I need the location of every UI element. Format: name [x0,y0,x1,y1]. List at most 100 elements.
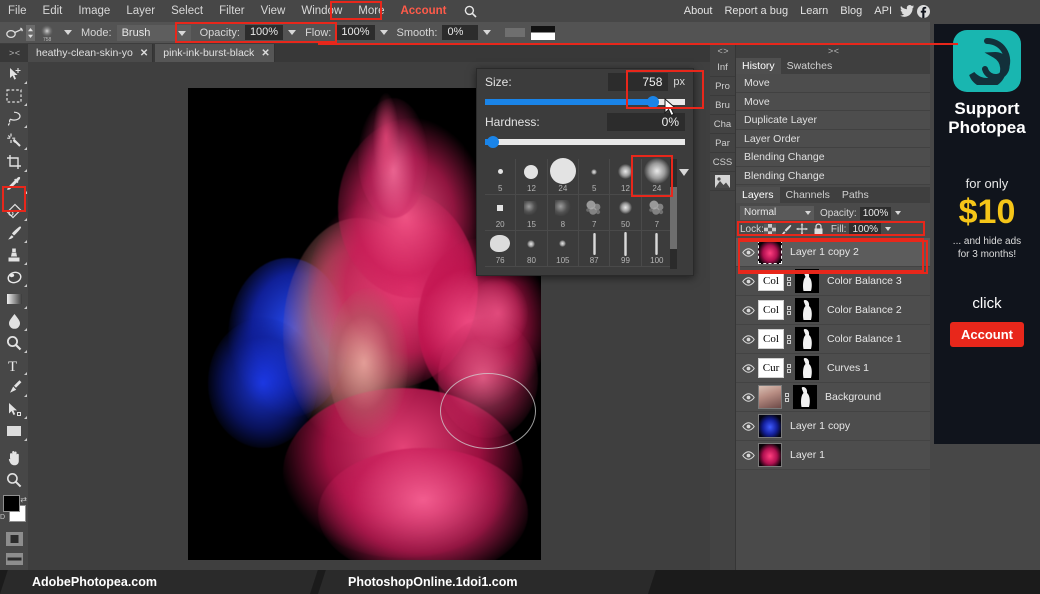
smooth-input[interactable]: 0% [442,25,479,40]
scrollbar-thumb[interactable] [670,187,677,249]
adjustment-thumbnail[interactable]: Col [758,329,784,349]
link-mask-icon[interactable] [783,392,791,402]
tab-history[interactable]: History [736,58,781,74]
link-mask-icon[interactable] [785,276,793,286]
link-api[interactable]: API [868,0,898,22]
healing-brush-tool[interactable] [0,200,28,222]
image-icon[interactable] [710,172,735,191]
layer-row[interactable]: Col Color Balance 1 [736,325,930,354]
brush-size-slider[interactable] [485,96,685,108]
clone-stamp-tool[interactable] [0,244,28,266]
support-photopea-ad[interactable]: Support Photopea for only $10 ... and hi… [934,24,1040,444]
swap-colors-icon[interactable]: ⇄ [20,495,27,504]
layer-mask-thumbnail[interactable] [795,298,819,322]
document-tab-pink-ink-burst-black[interactable]: pink-ink-burst-black ✕ [155,44,275,62]
dock-collapse-toggle[interactable]: > < [736,44,930,58]
fill-chevron-down-icon[interactable] [885,227,892,231]
eye-icon[interactable] [740,334,756,344]
brush-grid-scrollbar[interactable] [670,159,677,269]
lock-transparency-icon[interactable] [764,223,777,236]
brush-preset-20-6[interactable]: 20 [485,195,517,231]
brush-preset-7-11[interactable]: 7 [641,195,673,231]
eraser-tool[interactable] [0,266,28,288]
tabbar-collapse-toggle[interactable]: > < [0,44,28,62]
brush-preset-5-3[interactable]: 5 [579,159,611,195]
slider-knob[interactable] [487,136,499,148]
foreground-color-swatch[interactable] [3,495,20,512]
lock-image-icon[interactable] [780,223,793,236]
brush-preset-80-13[interactable]: 80 [516,231,548,267]
link-about[interactable]: About [678,0,719,22]
link-blog[interactable]: Blog [834,0,868,22]
layer-row[interactable]: Layer 1 copy [736,412,930,441]
rectangular-marquee-tool[interactable] [0,85,28,107]
history-item[interactable]: Blending Change [736,148,930,167]
path-selection-tool[interactable] [0,398,28,420]
symmetry-icon[interactable] [505,28,526,37]
layer-thumbnail[interactable] [758,240,782,264]
link-mask-icon[interactable] [785,334,793,344]
layer-mask-thumbnail[interactable] [795,327,819,351]
opacity-chevron-down-icon[interactable] [288,30,297,35]
brush-preset-76-12[interactable]: 76 [485,231,517,267]
facebook-icon[interactable] [915,0,932,22]
link-report-a-bug[interactable]: Report a bug [718,0,794,22]
brush-settings-popup[interactable]: Size: 758 px Hardness: 0% 5 12 24 5 12 24 20 15… [476,68,694,276]
rail-item-css[interactable]: CSS [710,153,735,172]
layer-row[interactable]: Col Color Balance 2 [736,296,930,325]
zoom-tool[interactable] [0,469,28,491]
layer-row[interactable]: Layer 1 copy 2 [736,238,930,267]
opacity-input[interactable]: 100% [244,25,284,40]
layer-row[interactable]: Col Color Balance 3 [736,267,930,296]
gradient-tool[interactable] [0,288,28,310]
brush-preset-87-15[interactable]: 87 [579,231,611,267]
adjustment-thumbnail[interactable]: Cur [758,358,784,378]
brush-preset-grid[interactable]: 5 12 24 5 12 24 20 15 8 7 50 7 76 80 105 87 99 100 [485,158,673,269]
eyedropper-tool[interactable] [0,173,28,195]
document-tab-healthy-clean-skin[interactable]: heathy-clean-skin-yo ✕ [28,44,154,62]
layer-thumbnail[interactable] [758,414,782,438]
tab-layers[interactable]: Layers [736,187,780,203]
search-icon[interactable] [460,5,480,18]
adjustment-thumbnail[interactable]: Col [758,271,784,291]
history-item[interactable]: Duplicate Layer [736,111,930,130]
crop-tool[interactable] [0,151,28,173]
close-icon[interactable]: ✕ [140,48,148,59]
dodge-tool[interactable] [0,332,28,354]
brush-preset-50-10[interactable]: 50 [610,195,642,231]
brush-preset-105-14[interactable]: 105 [547,231,579,267]
link-mask-icon[interactable] [785,363,793,373]
type-tool[interactable]: T [0,354,28,376]
eye-icon[interactable] [740,305,756,315]
blur-tool[interactable] [0,310,28,332]
brush-preset-7-9[interactable]: 7 [579,195,611,231]
link-mask-icon[interactable] [785,305,793,315]
brush-preset-8-8[interactable]: 8 [547,195,579,231]
rail-item-info[interactable]: Inf [710,58,735,77]
brush-preset-preview[interactable]: 758 [37,24,59,42]
eye-icon[interactable] [740,276,756,286]
ad-account-button[interactable]: Account [950,322,1024,347]
rail-item-properties[interactable]: Pro [710,77,735,96]
blend-mode-select[interactable]: Normal [740,206,814,220]
adjustment-thumbnail[interactable]: Col [758,300,784,320]
brush-preset-100-17[interactable]: 100 [641,231,673,267]
move-tool[interactable] [0,63,28,85]
tab-swatches[interactable]: Swatches [780,58,839,74]
menu-item-more[interactable]: More [350,0,392,22]
magic-wand-tool[interactable] [0,129,28,151]
history-item[interactable]: Move [736,92,930,111]
eye-icon[interactable] [740,450,756,460]
eye-icon[interactable] [740,421,756,431]
brush-preset-15-7[interactable]: 15 [516,195,548,231]
menu-item-edit[interactable]: Edit [35,0,71,22]
menu-item-file[interactable]: File [0,0,35,22]
brush-tool[interactable] [0,222,28,244]
brush-hardness-input[interactable]: 0% [607,113,685,131]
menu-item-image[interactable]: Image [70,0,118,22]
layer-row[interactable]: Cur Curves 1 [736,354,930,383]
rail-item-brushes[interactable]: Bru [710,96,735,115]
brush-size-input[interactable]: 758 [608,73,669,91]
layer-row[interactable]: Layer 1 [736,441,930,470]
link-learn[interactable]: Learn [794,0,834,22]
